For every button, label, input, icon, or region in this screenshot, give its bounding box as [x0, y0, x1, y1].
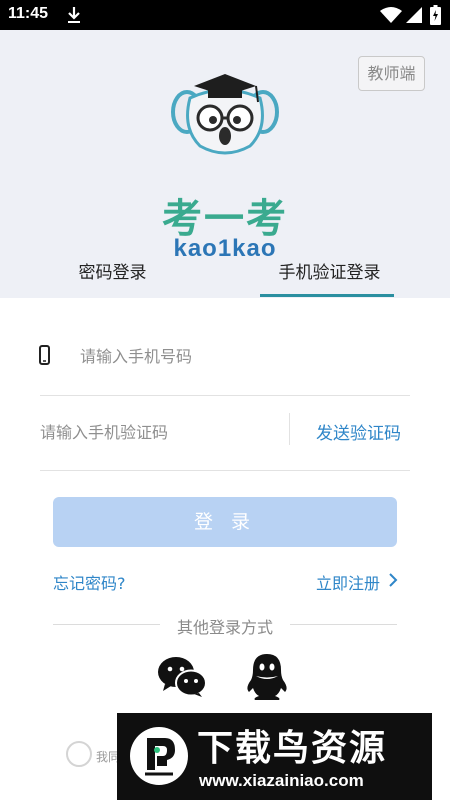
other-login-label: 其他登录方式 — [176, 618, 273, 637]
register-link[interactable]: 立即注册 — [316, 570, 380, 594]
chevron-right-icon[interactable] — [388, 573, 398, 587]
send-code-button[interactable]: 发送验证码 — [316, 419, 401, 444]
bird-logo-icon — [130, 727, 188, 785]
login-button[interactable]: 登 录 — [53, 497, 397, 547]
code-field-separator — [289, 413, 290, 445]
other-login-divider-right — [290, 624, 397, 625]
watermark-title: 下载鸟资源 — [197, 728, 388, 769]
teacher-portal-button[interactable]: 教师端 — [358, 56, 425, 91]
agreement-checkbox[interactable] — [66, 741, 92, 767]
battery-icon — [430, 5, 441, 25]
verification-code-input[interactable] — [40, 418, 280, 446]
watermark-url: www.xiazainiao.com — [199, 771, 364, 790]
phone-input-divider — [40, 395, 410, 396]
phone-icon — [39, 345, 50, 365]
code-input-divider — [40, 470, 410, 471]
status-bar: 11:45 — [0, 0, 450, 30]
watermark-banner: 下载鸟资源 www.xiazainiao.com — [117, 713, 432, 800]
koala-logo-icon — [171, 74, 279, 155]
forgot-password-link[interactable]: 忘记密码? — [53, 570, 126, 594]
signal-icon — [406, 7, 422, 23]
other-login-divider-left — [53, 624, 160, 625]
active-tab-indicator — [260, 294, 394, 297]
qq-icon[interactable] — [245, 652, 289, 702]
tab-phone-login[interactable]: 手机验证登录 — [232, 258, 427, 283]
phone-number-input[interactable] — [80, 342, 400, 370]
download-icon — [68, 7, 80, 23]
wifi-icon — [380, 7, 402, 23]
tab-password-login[interactable]: 密码登录 — [0, 258, 225, 283]
status-time: 11:45 — [8, 5, 49, 22]
wechat-icon[interactable] — [157, 656, 207, 698]
